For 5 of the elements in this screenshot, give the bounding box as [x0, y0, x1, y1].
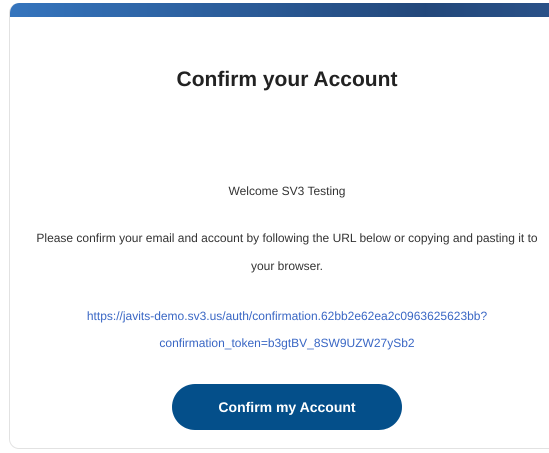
confirm-button[interactable]: Confirm my Account — [172, 384, 402, 430]
greeting-text: Welcome SV3 Testing — [228, 184, 346, 198]
message-text: Please confirm your email and account by following the URL below or copying and pasting it to your browser. — [35, 230, 539, 275]
confirmation-link[interactable]: https://javits-demo.sv3.us/auth/confirmation.62bb2e62ea2c0963625623bb?confirmation_token=b3gtBV_8SW9UZW27ySb2 — [86, 303, 488, 357]
email-title: Confirm your Account — [176, 68, 398, 92]
